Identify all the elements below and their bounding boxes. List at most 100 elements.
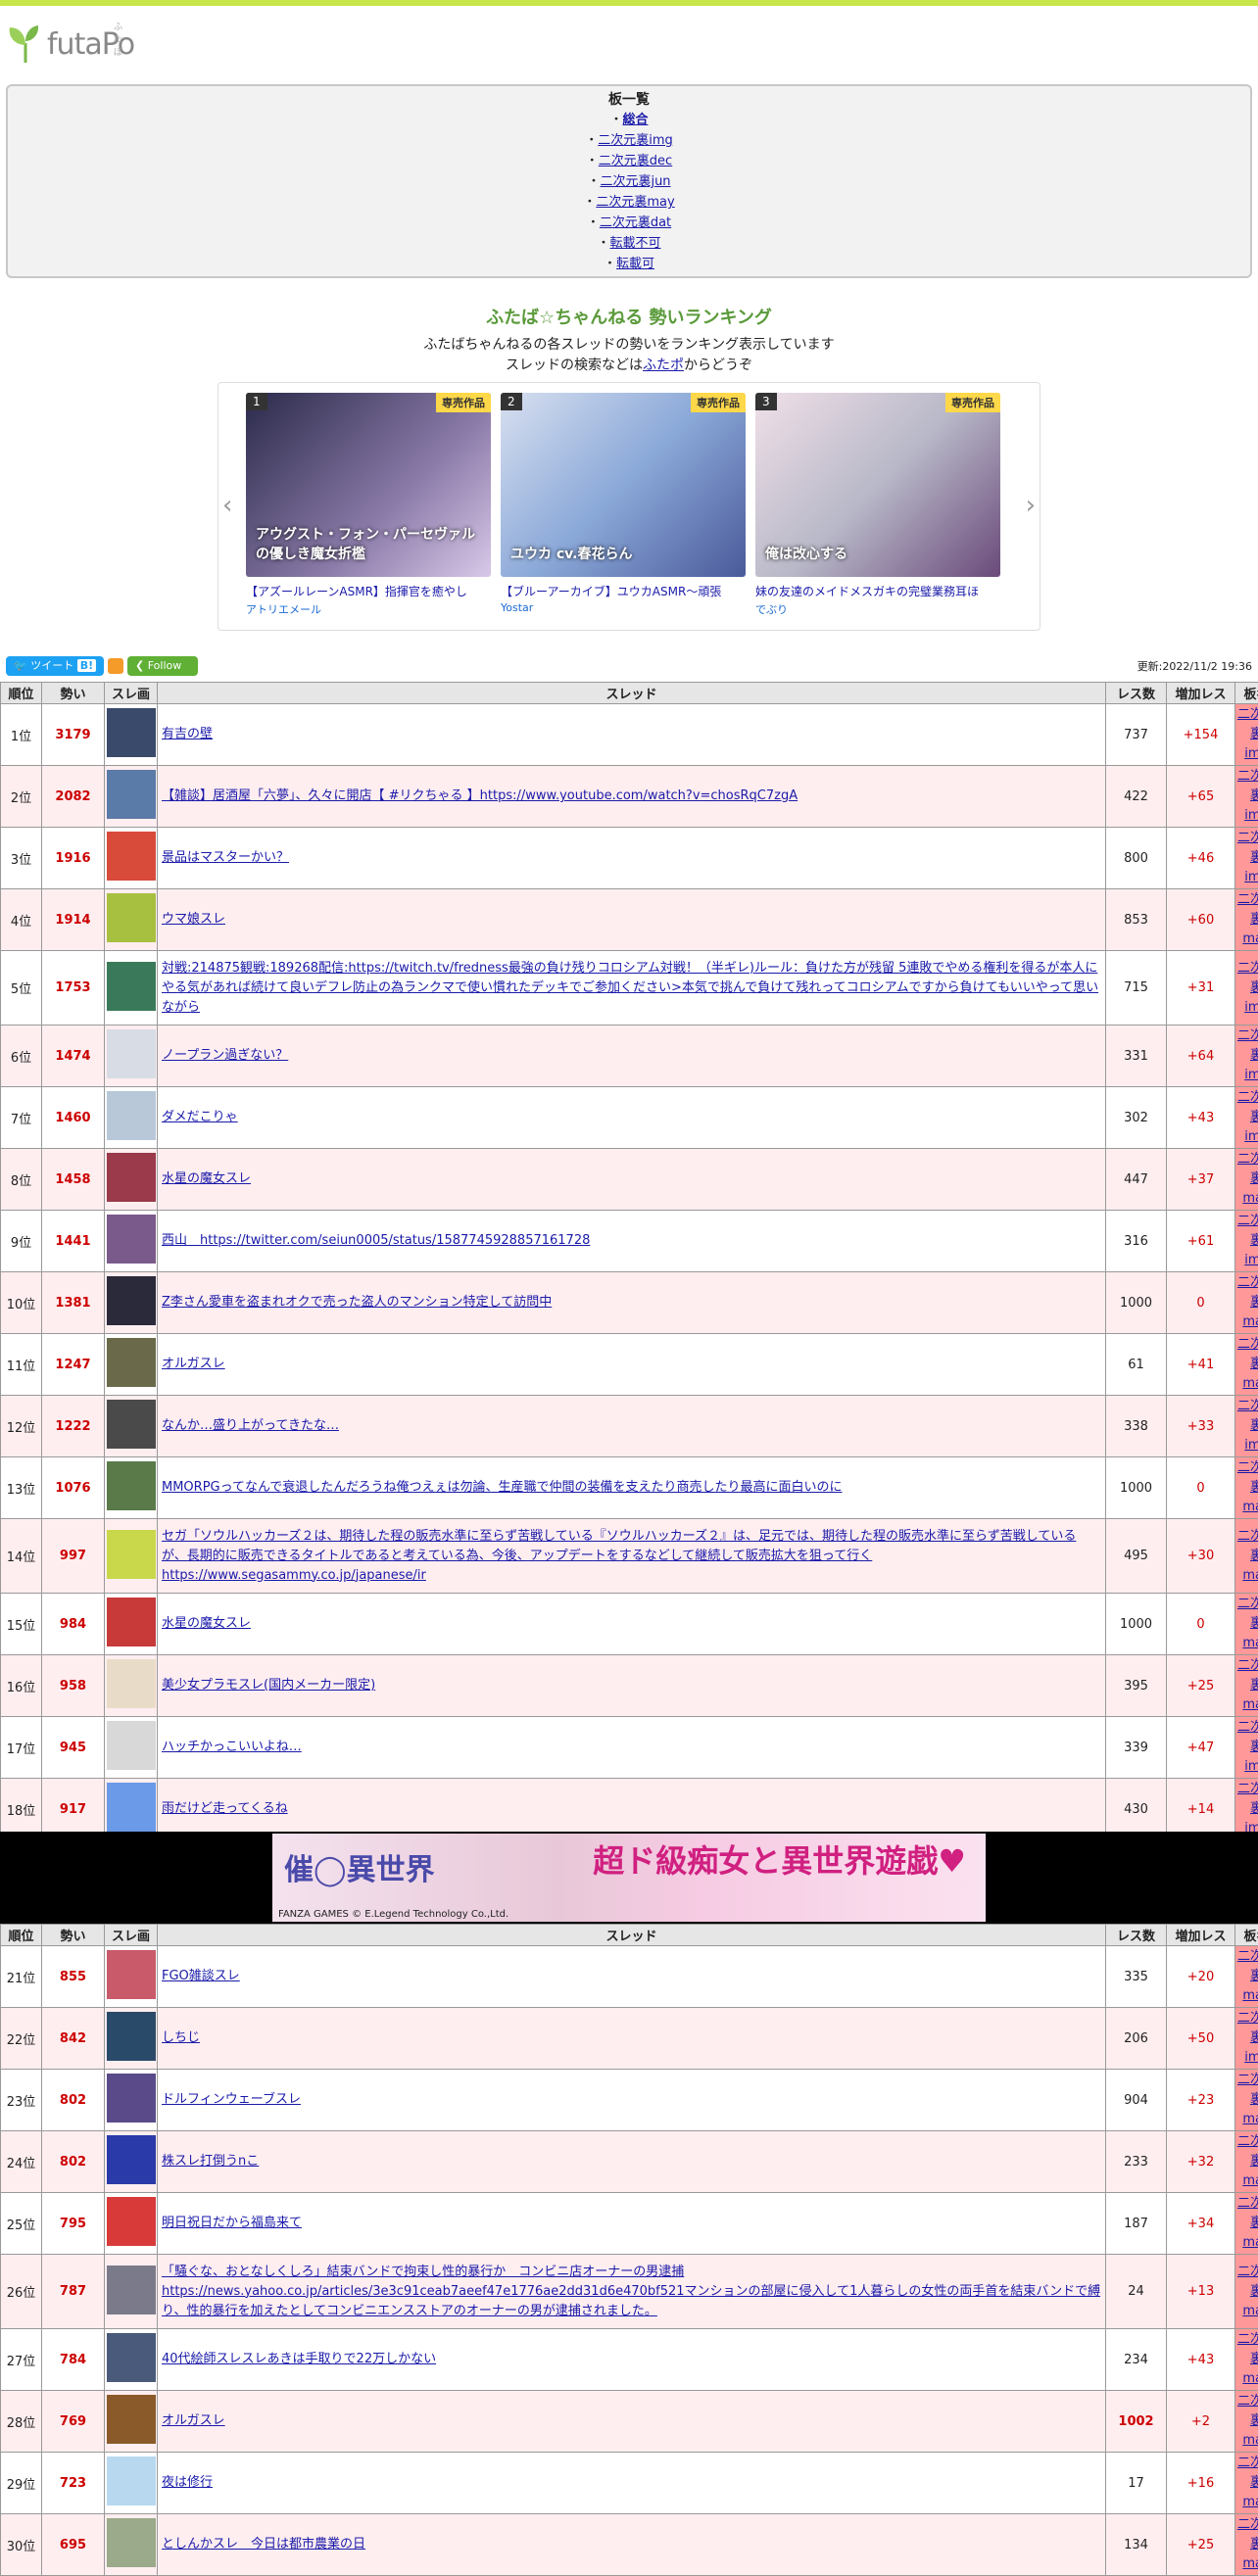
thread-link[interactable]: 美少女プラモスレ(国内メーカー限定) [162,1678,375,1693]
board-name-link[interactable]: 二次元裏 [1237,892,1258,927]
board-sub-link[interactable]: img [1244,1129,1258,1144]
thumbnail-cell[interactable] [105,1594,158,1655]
thread-link[interactable]: 有吉の壁 [162,727,213,741]
board-name-link[interactable]: 二次元裏 [1237,1152,1258,1186]
thread-link[interactable]: 水星の魔女スレ [162,1171,251,1186]
board-sub-link[interactable]: may [1242,1191,1258,1206]
ad-banner[interactable]: 催◯異世界 超ド級痴女と異世界遊戯♥ FANZA GAMES © E.Legen… [272,1834,986,1922]
board-sub-link[interactable]: img [1244,870,1258,884]
thumbnail-cell[interactable] [105,2193,158,2255]
thread-thumbnail[interactable] [107,2074,156,2123]
thread-link[interactable]: MMORPGってなんで衰退したんだろうね俺つえぇは勿論、生産職で仲間の装備を支え… [162,1480,843,1495]
board-sub-link[interactable]: img [1244,1068,1258,1082]
board-sub-link[interactable]: may [1242,2371,1258,2386]
board-name-link[interactable]: 二次元裏 [1237,1214,1258,1248]
thread-link[interactable]: オルガスレ [162,1357,225,1371]
board-link[interactable]: 転載不可 [610,236,661,251]
thumbnail-cell[interactable] [105,1272,158,1334]
thread-thumbnail[interactable] [107,1400,156,1449]
thread-thumbnail[interactable] [107,893,156,942]
board-name-link[interactable]: 二次元裏 [1237,2196,1258,2230]
thread-link[interactable]: ドルフィンウェーブスレ [162,2092,301,2107]
card-brand[interactable]: Yostar [501,601,746,614]
thread-link[interactable]: 西山 https://twitter.com/seiun0005/status/… [162,1233,590,1248]
thread-link[interactable]: ウマ娘スレ [162,912,225,927]
tweet-button[interactable]: 🐦 ツイート B! [6,656,104,676]
thread-link[interactable]: 明日祝日だから福島来て [162,2216,302,2230]
board-name-link[interactable]: 二次元裏 [1237,1337,1258,1371]
board-sub-link[interactable]: may [1242,2304,1258,2318]
card-title[interactable]: 妹の友達のメイドメスガキの完璧業務耳ほ [755,583,1000,599]
thread-link[interactable]: 雨だけど走ってくるね [162,1801,288,1816]
thread-thumbnail[interactable] [107,1659,156,1708]
board-sub-link[interactable]: img [1244,746,1258,761]
board-name-link[interactable]: 二次元裏 [1237,707,1258,741]
carousel-card[interactable]: 2 専売作品 ユウカ cv.春花らん 【ブルーアーカイブ】ユウカASMR～頑張 … [501,393,746,614]
board-name-link[interactable]: 二次元裏 [1237,1460,1258,1495]
thread-link[interactable]: FGO雑談スレ [162,1969,240,1983]
thread-thumbnail[interactable] [107,1276,156,1325]
thread-link[interactable]: ノープラン過ぎない？ [162,1048,288,1063]
thread-thumbnail[interactable] [107,1783,156,1832]
board-name-link[interactable]: 二次元裏 [1237,2011,1258,2045]
board-name-link[interactable]: 二次元裏 [1237,2456,1258,2490]
board-link[interactable]: 二次元裏img [598,133,673,148]
thread-link[interactable]: 40代絵師スレスレあきは手取りで22万しかない [162,2352,436,2366]
thread-thumbnail[interactable] [107,962,156,1011]
thread-link[interactable]: ダメだこりゃ [162,1110,238,1124]
board-link[interactable]: 転載可 [616,257,654,271]
thread-link[interactable]: 【雑談】居酒屋「六夢」、久々に開店【 #リクちゃる 】https://www.y… [162,788,798,803]
thread-thumbnail[interactable] [107,2135,156,2184]
board-name-link[interactable]: 二次元裏 [1237,1720,1258,1754]
thumbnail-cell[interactable] [105,2131,158,2193]
thread-thumbnail[interactable] [107,708,156,757]
thread-thumbnail[interactable] [107,1461,156,1510]
board-sub-link[interactable]: may [1242,931,1258,946]
thumbnail-cell[interactable] [105,1519,158,1594]
thumbnail-cell[interactable] [105,704,158,766]
board-name-link[interactable]: 二次元裏 [1237,2517,1258,2552]
board-sub-link[interactable]: may [1242,1500,1258,1514]
card-title[interactable]: 【アズールレーンASMR】指揮官を癒やし [246,583,491,599]
board-name-link[interactable]: 二次元裏 [1237,1090,1258,1124]
futapo-link[interactable]: ふたポ [643,358,684,373]
carousel-prev-icon[interactable]: ‹ [222,491,232,520]
board-name-link[interactable]: 二次元裏 [1237,1597,1258,1631]
board-name-link[interactable]: 二次元裏 [1237,1658,1258,1693]
board-sub-link[interactable]: img [1244,808,1258,823]
board-link[interactable]: 二次元裏may [596,195,674,210]
thumbnail-cell[interactable] [105,1149,158,1211]
board-sub-link[interactable]: may [1242,2433,1258,2448]
carousel-card-image[interactable]: 2 専売作品 ユウカ cv.春花らん [501,393,746,577]
thread-thumbnail[interactable] [107,2333,156,2382]
board-sub-link[interactable]: may [1242,1988,1258,2003]
board-sub-link[interactable]: img [1244,2050,1258,2065]
board-link[interactable]: 二次元裏dat [600,215,671,230]
board-sub-link[interactable]: may [1242,2173,1258,2188]
card-title[interactable]: 【ブルーアーカイブ】ユウカASMR～頑張 [501,583,746,599]
card-brand[interactable]: アトリエメール [246,601,491,617]
thread-link[interactable]: なんか…盛り上がってきたな… [162,1418,339,1433]
board-link[interactable]: 総合 [623,113,649,127]
thread-link[interactable]: 対戦:214875観戦:189268配信:https://twitch.tv/f… [162,961,1098,1015]
thread-link[interactable]: 夜は修行 [162,2475,213,2490]
thread-thumbnail[interactable] [107,1598,156,1646]
thread-thumbnail[interactable] [107,2395,156,2444]
board-name-link[interactable]: 二次元裏 [1237,1949,1258,1983]
board-name-link[interactable]: 二次元裏 [1237,2394,1258,2428]
board-name-link[interactable]: 二次元裏 [1237,1529,1258,1563]
carousel-card[interactable]: 3 専売作品 俺は改心する 妹の友達のメイドメスガキの完璧業務耳ほ でぶり [755,393,1000,617]
thread-thumbnail[interactable] [107,770,156,819]
board-sub-link[interactable]: may [1242,2112,1258,2126]
thumbnail-cell[interactable] [105,2329,158,2391]
thread-link[interactable]: 景品はマスターかい？ [162,850,289,865]
thumbnail-cell[interactable] [105,889,158,951]
thumbnail-cell[interactable] [105,2514,158,2576]
thread-link[interactable]: Z李さん愛車を盗まれオクで売った盗人のマンション特定して訪問中 [162,1295,552,1310]
thumbnail-cell[interactable] [105,2453,158,2514]
board-sub-link[interactable]: img [1244,1000,1258,1015]
board-sub-link[interactable]: may [1242,1636,1258,1650]
board-name-link[interactable]: 二次元裏 [1237,961,1258,995]
thumbnail-cell[interactable] [105,1655,158,1717]
thread-link[interactable]: 株スレ打倒うnこ [162,2154,259,2169]
